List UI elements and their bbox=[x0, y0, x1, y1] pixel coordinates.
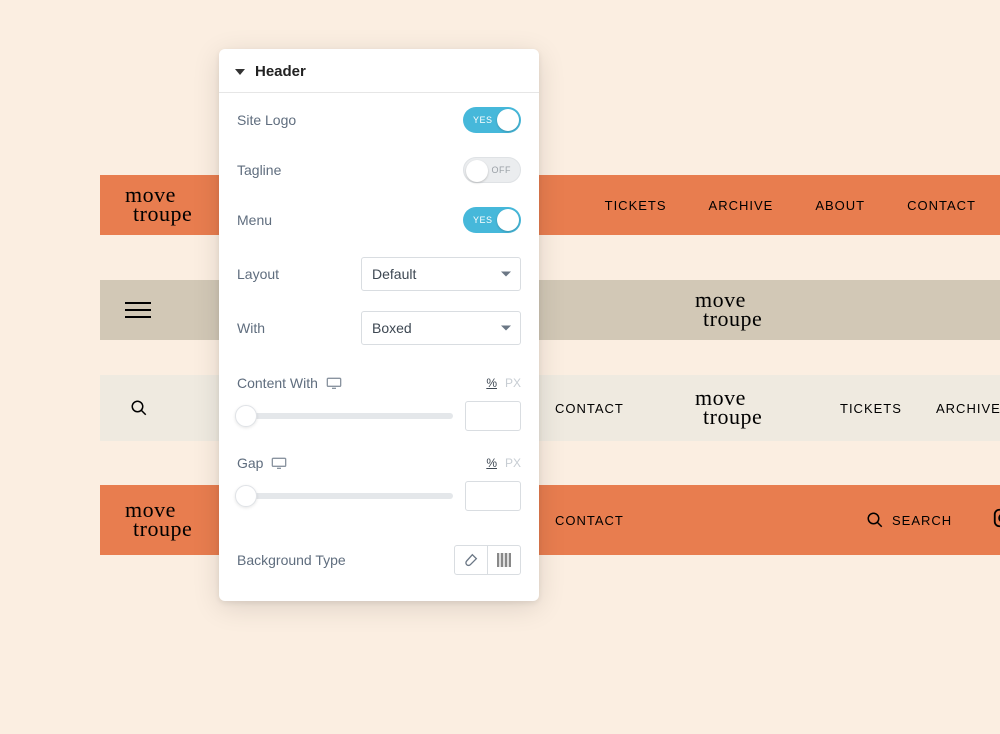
label-width: With bbox=[237, 320, 265, 336]
label-content-width: Content With bbox=[237, 375, 318, 391]
search-icon bbox=[866, 511, 884, 529]
slider-content-width[interactable] bbox=[237, 413, 453, 419]
label-background-type: Background Type bbox=[237, 552, 346, 568]
row-width: With Boxed bbox=[237, 305, 521, 351]
label-tagline: Tagline bbox=[237, 162, 281, 178]
unit-switch-gap[interactable]: % PX bbox=[486, 456, 521, 470]
toggle-text: OFF bbox=[492, 165, 512, 175]
nav-contact[interactable]: CONTACT bbox=[555, 513, 624, 528]
unit-percent[interactable]: % bbox=[486, 456, 497, 470]
brush-icon bbox=[463, 552, 479, 568]
row-layout: Layout Default bbox=[237, 251, 521, 297]
select-layout[interactable]: Default bbox=[361, 257, 521, 291]
background-classic-button[interactable] bbox=[454, 545, 488, 575]
toggle-text: YES bbox=[473, 115, 493, 125]
label-gap: Gap bbox=[237, 455, 263, 471]
brand-line-2: troupe bbox=[703, 310, 762, 329]
input-gap[interactable] bbox=[465, 481, 521, 511]
header-settings-panel: Header Site Logo YES Tagline OFF Menu YE… bbox=[219, 49, 539, 601]
select-width-value: Boxed bbox=[372, 320, 412, 336]
chevron-down-icon bbox=[501, 272, 511, 277]
nav-tickets[interactable]: TICKETS bbox=[605, 198, 667, 213]
row-site-logo: Site Logo YES bbox=[237, 97, 521, 143]
select-layout-value: Default bbox=[372, 266, 416, 282]
gradient-icon bbox=[497, 553, 511, 567]
brand-logo: move troupe bbox=[695, 389, 762, 426]
label-layout: Layout bbox=[237, 266, 279, 282]
brand-line-2: troupe bbox=[703, 408, 762, 427]
label-menu: Menu bbox=[237, 212, 272, 228]
unit-switch-content-width[interactable]: % PX bbox=[486, 376, 521, 390]
slider-gap[interactable] bbox=[237, 493, 453, 499]
brand-logo: move troupe bbox=[125, 186, 192, 223]
row-gap: Gap % PX bbox=[237, 455, 521, 511]
toggle-menu[interactable]: YES bbox=[463, 207, 521, 233]
brand-line-2: troupe bbox=[133, 205, 192, 224]
hamburger-menu-icon[interactable] bbox=[125, 302, 151, 318]
slider-thumb[interactable] bbox=[235, 485, 257, 507]
panel-body: Site Logo YES Tagline OFF Menu YES Layou… bbox=[219, 93, 539, 601]
nav-group: TICKETS ARCHIVE ABOUT CONTACT bbox=[605, 198, 1000, 213]
nav-archive[interactable]: ARCHIVE bbox=[709, 198, 774, 213]
search-label: SEARCH bbox=[892, 513, 952, 528]
select-width[interactable]: Boxed bbox=[361, 311, 521, 345]
unit-px[interactable]: PX bbox=[505, 376, 521, 390]
caret-down-icon bbox=[235, 69, 245, 75]
brand-logo: move troupe bbox=[125, 501, 192, 538]
chevron-down-icon bbox=[501, 326, 511, 331]
search-icon[interactable] bbox=[130, 399, 148, 417]
nav-contact[interactable]: CONTACT bbox=[907, 198, 976, 213]
unit-px[interactable]: PX bbox=[505, 456, 521, 470]
input-content-width[interactable] bbox=[465, 401, 521, 431]
desktop-icon[interactable] bbox=[271, 457, 287, 469]
search-button[interactable]: SEARCH bbox=[866, 511, 952, 529]
toggle-text: YES bbox=[473, 215, 493, 225]
desktop-icon[interactable] bbox=[326, 377, 342, 389]
nav-tickets[interactable]: TICKETS bbox=[840, 401, 902, 416]
panel-title: Header bbox=[255, 63, 306, 80]
row-content-width: Content With % PX bbox=[237, 375, 521, 431]
brand-line-2: troupe bbox=[133, 520, 192, 539]
nav-contact[interactable]: CONTACT bbox=[555, 401, 624, 416]
label-site-logo: Site Logo bbox=[237, 112, 296, 128]
toggle-site-logo[interactable]: YES bbox=[463, 107, 521, 133]
row-menu: Menu YES bbox=[237, 197, 521, 243]
toggle-knob bbox=[466, 160, 488, 182]
row-background-type: Background Type bbox=[237, 545, 521, 575]
nav-about[interactable]: ABOUT bbox=[815, 198, 865, 213]
background-gradient-button[interactable] bbox=[487, 545, 521, 575]
nav-archive[interactable]: ARCHIVE bbox=[936, 401, 1000, 416]
panel-header[interactable]: Header bbox=[219, 49, 539, 93]
instagram-icon[interactable] bbox=[992, 507, 1000, 534]
unit-percent[interactable]: % bbox=[486, 376, 497, 390]
row-tagline: Tagline OFF bbox=[237, 147, 521, 193]
toggle-tagline[interactable]: OFF bbox=[463, 157, 521, 183]
background-type-buttons bbox=[454, 545, 521, 575]
toggle-knob bbox=[497, 109, 519, 131]
slider-thumb[interactable] bbox=[235, 405, 257, 427]
toggle-knob bbox=[497, 209, 519, 231]
brand-logo: move troupe bbox=[695, 291, 762, 328]
